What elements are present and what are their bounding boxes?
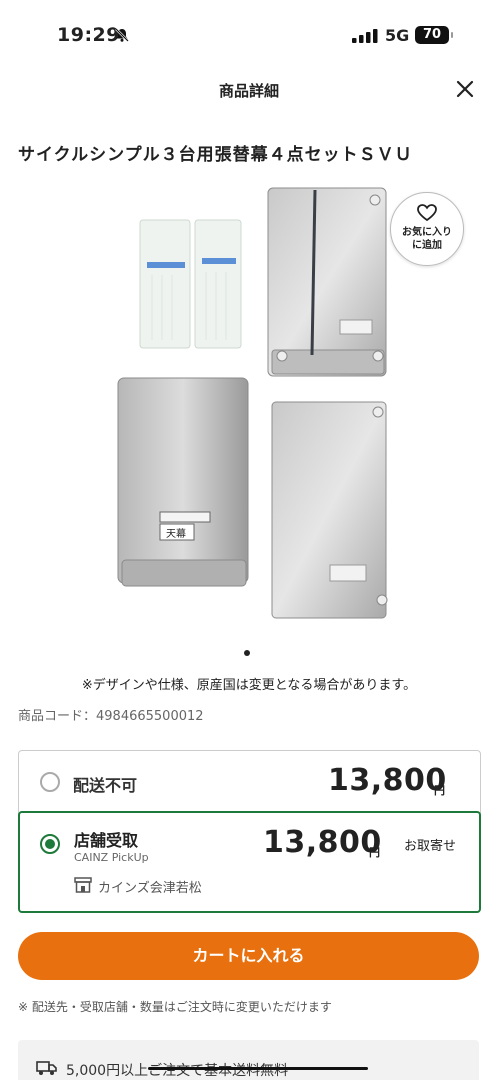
option-delivery-price: 13,800 — [328, 763, 447, 798]
product-code: 商品コード：4984665500012 — [18, 709, 204, 724]
favorite-label-1: お気に入り — [402, 227, 452, 238]
bell-muted-icon — [115, 28, 129, 42]
option-delivery[interactable]: 配送不可 13,800 円 — [19, 751, 480, 811]
battery-tip — [451, 32, 453, 38]
cart-note: ※ 配送先・受取店舗・数量はご注文時に変更いただけます — [18, 1000, 332, 1014]
favorite-button[interactable]: お気に入り に追加 — [390, 192, 464, 266]
option-delivery-yen: 円 — [434, 784, 445, 797]
pickup-store-name[interactable]: カインズ会津若松 — [98, 877, 202, 896]
shipping-text: 5,000円以上ご注文で基本送料無料 — [66, 1063, 289, 1079]
page-title: 商品詳細 — [218, 82, 279, 100]
option-pickup-sub: CAINZ PickUp — [74, 851, 149, 864]
signal-icon — [352, 29, 378, 43]
battery-level: 70 — [415, 26, 449, 44]
option-pickup-order-note: お取寄せ — [404, 839, 457, 854]
product-image[interactable]: 天幕 — [100, 180, 400, 620]
option-store-pickup[interactable]: 店舗受取 CAINZ PickUp 13,800 円 お取寄せ カインズ会津若松 — [18, 811, 481, 913]
status-time: 19:29 — [57, 24, 120, 46]
heart-icon — [417, 204, 437, 222]
add-to-cart-button[interactable]: カートに入れる — [18, 932, 479, 980]
strike-line — [148, 1067, 368, 1070]
delivery-options: 配送不可 13,800 円 店舗受取 CAINZ PickUp 13,800 円… — [18, 750, 481, 913]
radio-store-pickup[interactable] — [40, 834, 60, 854]
image-disclaimer: ※デザインや仕様、原産国は変更となる場合があります。 — [81, 678, 417, 693]
option-pickup-label: 店舗受取 — [74, 831, 139, 850]
carousel-dot[interactable] — [244, 650, 250, 656]
truck-icon — [36, 1061, 57, 1075]
option-pickup-price: 13,800 — [263, 825, 382, 860]
product-title: サイクルシンプル３台用張替幕４点セットＳＶＵ — [18, 145, 413, 165]
favorite-label-2: に追加 — [412, 240, 442, 251]
status-bar: 19:29 5G 70 — [0, 0, 498, 70]
option-delivery-label: 配送不可 — [73, 776, 138, 795]
shipping-banner: 5,000円以上ご注文で基本送料無料 — [18, 1040, 479, 1080]
radio-delivery[interactable] — [40, 772, 60, 792]
network-type: 5G — [385, 26, 410, 45]
option-pickup-yen: 円 — [369, 846, 380, 859]
store-icon — [74, 877, 92, 893]
label-top-text: 天幕 — [166, 527, 186, 540]
close-icon[interactable] — [454, 78, 476, 100]
